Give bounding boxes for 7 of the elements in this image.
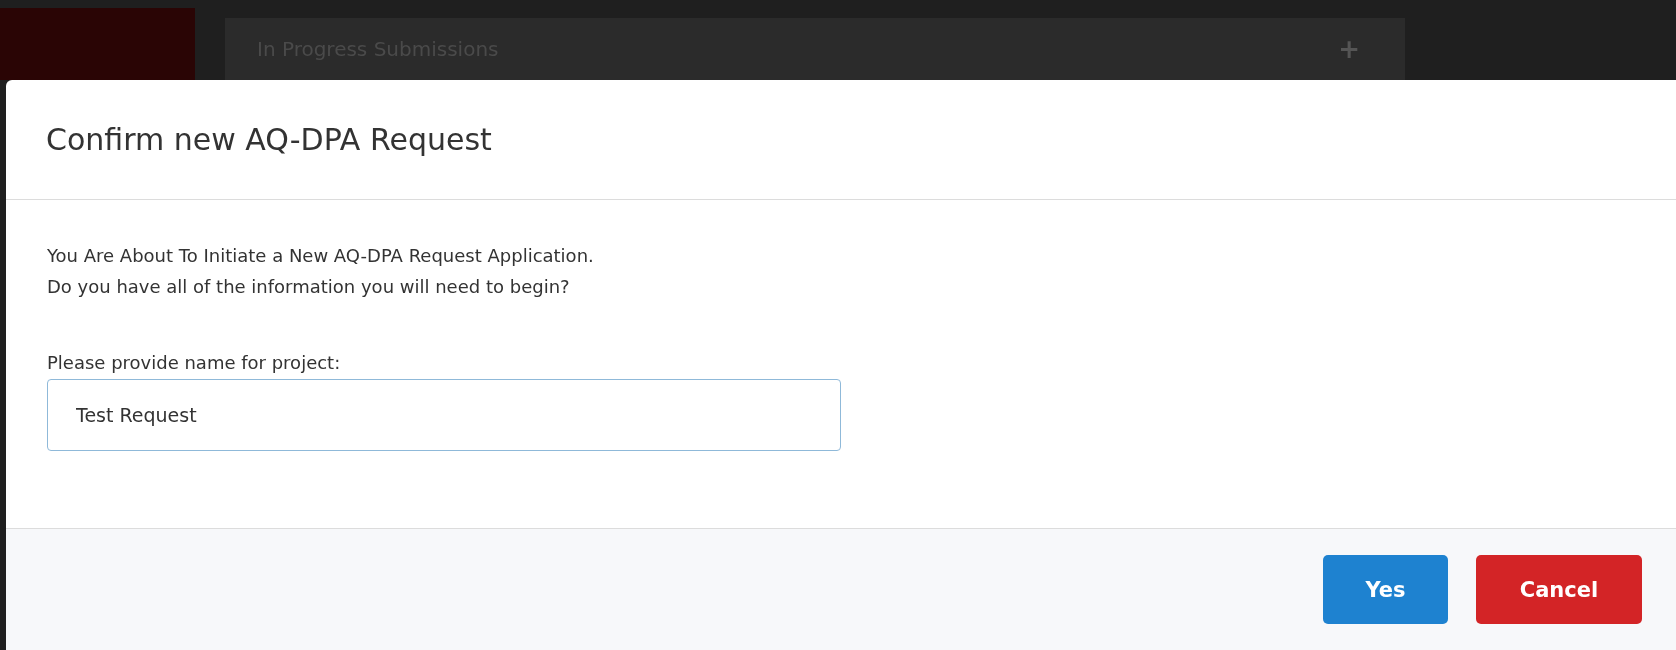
- message-text: Do you have all of the information you will need to begin?: [47, 275, 571, 299]
- cancel-button[interactable]: Cancel: [1476, 555, 1642, 624]
- confirm-button[interactable]: Yes: [1323, 555, 1448, 624]
- message-text: You Are About To Initiate a New AQ-DPA Request Application.: [47, 244, 594, 268]
- field-label: Please provide name for project:: [47, 352, 341, 373]
- dialog-title: Confirm new AQ-DPA Request: [46, 122, 492, 157]
- project-name-field[interactable]: Test Request: [47, 379, 841, 451]
